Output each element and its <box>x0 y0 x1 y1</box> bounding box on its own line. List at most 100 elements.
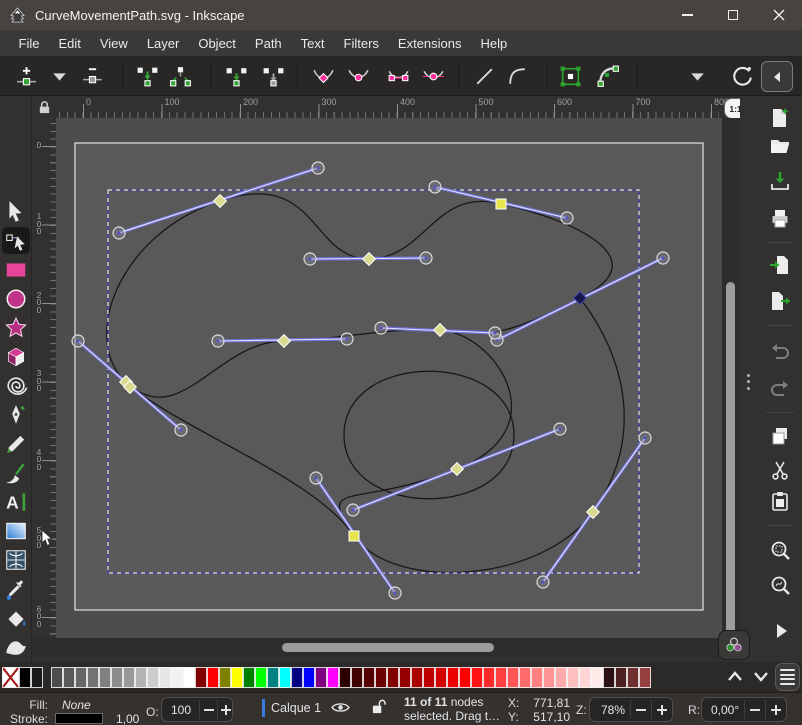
handles-menu-button[interactable] <box>685 64 710 89</box>
vertical-scrollbar-thumb[interactable] <box>726 282 735 648</box>
palette-swatch[interactable] <box>483 667 495 688</box>
opacity-increase-button[interactable] <box>218 698 234 721</box>
palette-swatch[interactable] <box>183 667 195 688</box>
palette-swatch[interactable] <box>63 667 75 688</box>
redo-button[interactable] <box>769 377 791 399</box>
palette-swatch[interactable] <box>363 667 375 688</box>
zoom-decrease-button[interactable] <box>631 698 651 721</box>
resize-grip-icon[interactable] <box>747 370 750 393</box>
palette-swatch[interactable] <box>315 667 327 688</box>
palette-menu-button[interactable] <box>775 663 800 691</box>
palette-swatch[interactable] <box>603 667 615 688</box>
palette-swatch[interactable] <box>531 667 543 688</box>
opacity-decrease-button[interactable] <box>200 698 217 721</box>
menu-item-file[interactable]: File <box>9 36 49 51</box>
palette-swatch[interactable] <box>543 667 555 688</box>
tool-star[interactable] <box>4 316 28 340</box>
stroke-width-value[interactable]: 1,00 <box>116 712 139 725</box>
palette-swatch[interactable] <box>31 667 43 688</box>
lock-guides-toggle[interactable] <box>32 96 56 118</box>
palette-swatch[interactable] <box>303 667 315 688</box>
collapse-toolbar-button[interactable] <box>761 61 793 92</box>
palette-swatch[interactable] <box>627 667 639 688</box>
palette-swatch[interactable] <box>19 667 31 688</box>
tool-box-3d[interactable] <box>4 345 28 369</box>
palette-swatch[interactable] <box>339 667 351 688</box>
palette-swatch[interactable] <box>279 667 291 688</box>
palette-swatch[interactable] <box>219 667 231 688</box>
palette-swatch[interactable] <box>639 667 651 688</box>
curve-segment-button[interactable] <box>505 64 530 89</box>
insert-node-menu-button[interactable] <box>47 64 72 89</box>
palette-swatch[interactable] <box>519 667 531 688</box>
palette-swatch[interactable] <box>591 667 603 688</box>
palette-swatch[interactable] <box>123 667 135 688</box>
color-managed-display-button[interactable] <box>718 630 750 660</box>
menu-item-extensions[interactable]: Extensions <box>388 36 471 51</box>
palette-swatch[interactable] <box>291 667 303 688</box>
vertical-scrollbar[interactable] <box>722 118 740 658</box>
rotation-decrease-button[interactable] <box>745 698 765 721</box>
tool-ellipse[interactable] <box>4 287 28 311</box>
canvas[interactable] <box>56 118 722 638</box>
palette-swatch[interactable] <box>51 667 63 688</box>
tool-gradient[interactable] <box>4 519 28 543</box>
rotation-value[interactable]: 0,00° <box>711 703 739 717</box>
smooth-node-button[interactable] <box>346 64 371 89</box>
object-to-path-button[interactable] <box>558 64 583 89</box>
more-commands-button[interactable] <box>769 620 791 642</box>
palette-swatch[interactable] <box>159 667 171 688</box>
symmetric-node-button[interactable] <box>386 64 411 89</box>
palette-swatch[interactable] <box>411 667 423 688</box>
horizontal-scrollbar[interactable] <box>56 638 722 658</box>
menu-item-help[interactable]: Help <box>471 36 517 51</box>
opacity-spinbox[interactable]: 100 <box>161 697 233 722</box>
new-document-button[interactable] <box>769 107 791 129</box>
path-node-selected[interactable] <box>349 531 359 541</box>
horizontal-scrollbar-thumb[interactable] <box>282 643 494 652</box>
menu-item-layer[interactable]: Layer <box>137 36 189 51</box>
line-segment-button[interactable] <box>472 64 497 89</box>
palette-swatch[interactable] <box>195 667 207 688</box>
horizontal-ruler[interactable]: 0100200300400500600700800 <box>56 96 722 118</box>
palette-swatch[interactable] <box>99 667 111 688</box>
paste-button[interactable] <box>769 490 791 512</box>
palette-swatch[interactable] <box>399 667 411 688</box>
import-button[interactable] <box>769 254 791 276</box>
vertical-ruler[interactable]: 0100200300400500600 <box>32 118 56 638</box>
tool-paint-bucket[interactable] <box>4 606 28 630</box>
palette-swatch[interactable] <box>351 667 363 688</box>
zoom-value[interactable]: 78% <box>601 703 625 717</box>
join-with-segment-button[interactable] <box>224 64 249 89</box>
zoom-drawing-button[interactable] <box>769 574 791 596</box>
palette-swatch[interactable] <box>147 667 159 688</box>
minimize-button[interactable] <box>664 0 710 30</box>
palette-swatch[interactable] <box>171 667 183 688</box>
undo-button[interactable] <box>769 340 791 362</box>
tool-calligraphy[interactable] <box>4 461 28 485</box>
palette-swatch[interactable] <box>459 667 471 688</box>
save-button[interactable] <box>769 170 791 192</box>
tool-node-editor[interactable] <box>4 229 28 253</box>
palette-swatch[interactable] <box>267 667 279 688</box>
zoom-increase-button[interactable] <box>652 698 672 721</box>
palette-swatch[interactable] <box>579 667 591 688</box>
palette-swatch[interactable] <box>615 667 627 688</box>
menu-item-view[interactable]: View <box>90 36 137 51</box>
tool-tweak[interactable] <box>4 635 28 659</box>
palette-swatch[interactable] <box>495 667 507 688</box>
palette-swatch[interactable] <box>387 667 399 688</box>
palette-swatch[interactable] <box>243 667 255 688</box>
palette-swatch[interactable] <box>75 667 87 688</box>
palette-swatch[interactable] <box>447 667 459 688</box>
fill-value[interactable]: None <box>62 698 91 712</box>
menu-item-path[interactable]: Path <box>245 36 291 51</box>
palette-swatch[interactable] <box>507 667 519 688</box>
rotation-spinbox[interactable]: 0,00° <box>701 697 787 722</box>
tool-spiral[interactable] <box>4 374 28 398</box>
break-nodes-button[interactable] <box>168 64 193 89</box>
open-button[interactable] <box>769 134 791 156</box>
palette-swatch[interactable] <box>111 667 123 688</box>
palette-swatch[interactable] <box>567 667 579 688</box>
palette-swatch[interactable] <box>471 667 483 688</box>
